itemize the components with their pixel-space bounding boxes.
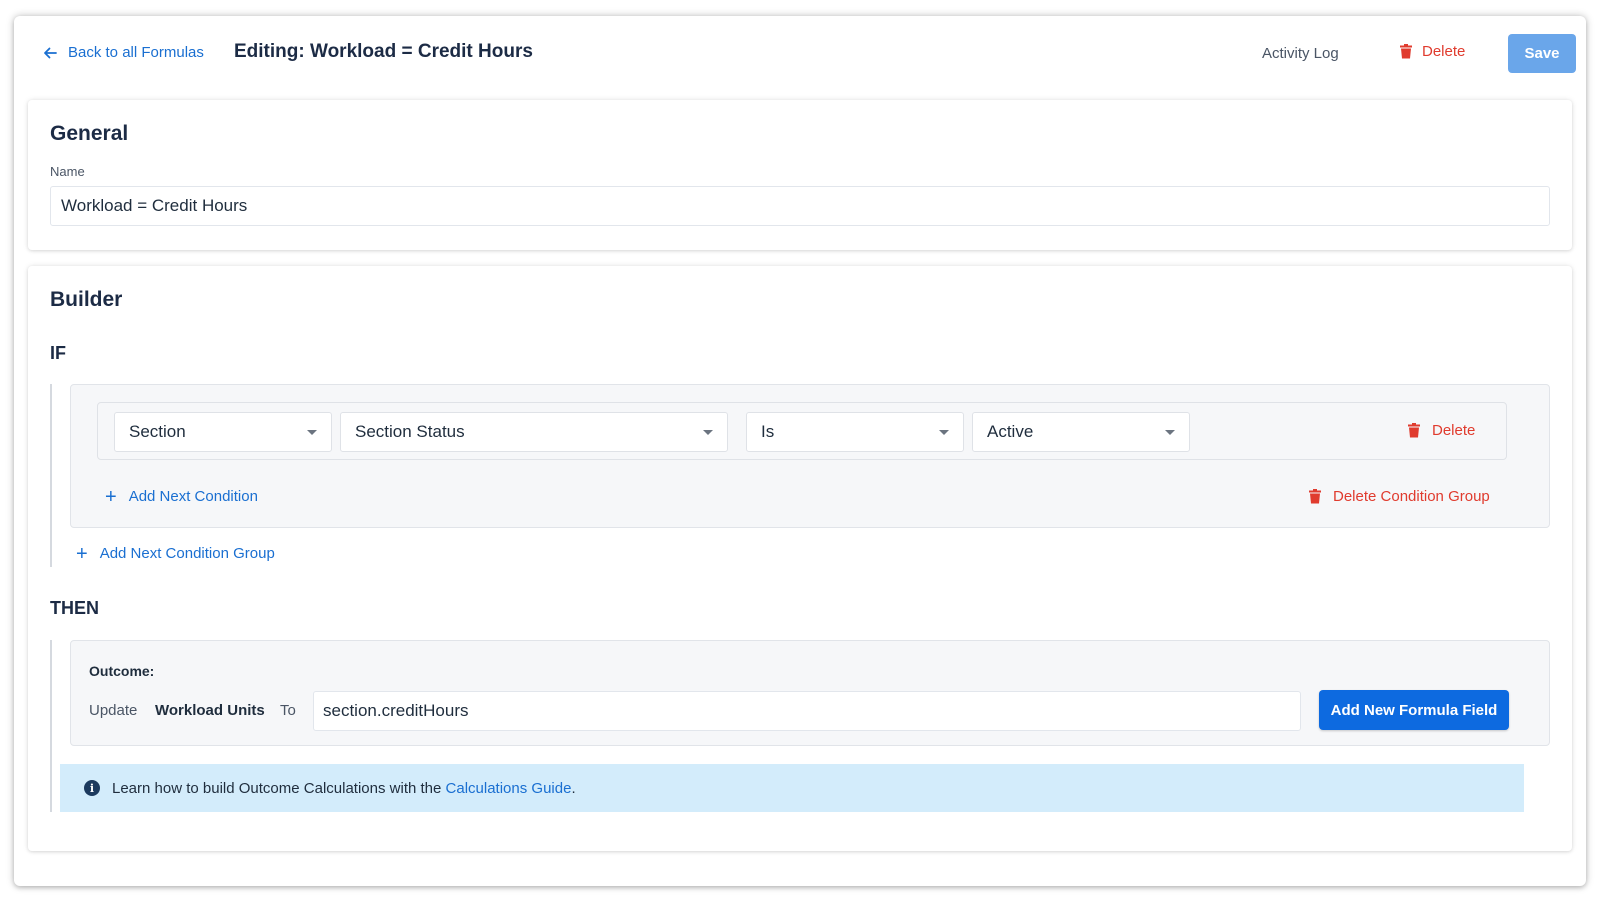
formula-editor-window: Back to all Formulas Editing: Workload =… xyxy=(14,16,1586,886)
plus-icon: + xyxy=(105,485,117,508)
delete-formula-button[interactable]: Delete xyxy=(1400,43,1465,60)
outcome-field-name: Workload Units xyxy=(155,702,265,719)
trash-icon xyxy=(1408,423,1420,438)
object-select-value: Section xyxy=(129,422,186,441)
save-button[interactable]: Save xyxy=(1508,34,1576,73)
operator-select-value: Is xyxy=(761,422,775,441)
name-input[interactable] xyxy=(50,186,1550,226)
activity-log-link[interactable]: Activity Log xyxy=(1262,45,1339,62)
add-condition-label: Add Next Condition xyxy=(128,488,258,505)
chevron-down-icon xyxy=(939,430,949,435)
info-suffix: . xyxy=(571,779,576,797)
formula-input[interactable] xyxy=(313,691,1301,731)
update-label: Update xyxy=(89,702,138,719)
top-bar: Back to all Formulas Editing: Workload =… xyxy=(14,16,1586,94)
general-card: General Name xyxy=(28,100,1572,250)
info-message: Learn how to build Outcome Calculations … xyxy=(112,779,442,797)
add-next-condition-button[interactable]: + Add Next Condition xyxy=(105,485,258,508)
operator-select[interactable]: Is xyxy=(746,412,964,452)
condition-group: Section Section Status Is Active Delete … xyxy=(70,384,1550,528)
trash-icon xyxy=(1309,489,1321,504)
chevron-down-icon xyxy=(1165,430,1175,435)
back-to-formulas-link[interactable]: Back to all Formulas xyxy=(42,44,204,61)
general-title: General xyxy=(50,122,129,145)
chevron-down-icon xyxy=(307,430,317,435)
info-icon: i xyxy=(84,780,100,796)
value-select-value: Active xyxy=(987,422,1034,441)
field-select-value: Section Status xyxy=(355,422,465,441)
calculations-guide-link[interactable]: Calculations Guide xyxy=(446,780,572,797)
info-text: Learn how to build Outcome Calculations … xyxy=(112,780,576,797)
add-group-label: Add Next Condition Group xyxy=(99,545,275,562)
outcome-label: Outcome: xyxy=(89,663,155,679)
to-label: To xyxy=(280,702,296,719)
delete-group-label: Delete Condition Group xyxy=(1333,488,1490,505)
delete-condition-group-button[interactable]: Delete Condition Group xyxy=(1309,488,1490,505)
trash-icon xyxy=(1400,44,1412,59)
delete-label: Delete xyxy=(1422,43,1466,60)
page-title: Editing: Workload = Credit Hours xyxy=(234,41,533,62)
then-branch-line xyxy=(50,640,52,812)
add-next-condition-group-button[interactable]: + Add Next Condition Group xyxy=(76,542,275,565)
name-label: Name xyxy=(50,164,85,179)
field-select[interactable]: Section Status xyxy=(340,412,728,452)
delete-condition-label: Delete xyxy=(1432,422,1476,439)
then-label: THEN xyxy=(50,598,99,618)
add-new-formula-field-button[interactable]: Add New Formula Field xyxy=(1319,690,1509,730)
builder-card: Builder IF Section Section Status Is Act… xyxy=(28,266,1572,851)
back-link-label: Back to all Formulas xyxy=(68,44,204,61)
arrow-left-icon xyxy=(44,47,57,58)
condition-row: Section Section Status Is Active Delete xyxy=(97,402,1507,460)
if-branch-line xyxy=(50,384,52,567)
delete-condition-button[interactable]: Delete xyxy=(1408,422,1475,439)
builder-title: Builder xyxy=(50,288,123,311)
value-select[interactable]: Active xyxy=(972,412,1190,452)
calculations-info-banner: i Learn how to build Outcome Calculation… xyxy=(60,764,1524,812)
if-label: IF xyxy=(50,343,66,363)
plus-icon: + xyxy=(76,542,88,565)
chevron-down-icon xyxy=(703,430,713,435)
outcome-box: Outcome: Update Workload Units To Add Ne… xyxy=(70,640,1550,746)
object-select[interactable]: Section xyxy=(114,412,332,452)
